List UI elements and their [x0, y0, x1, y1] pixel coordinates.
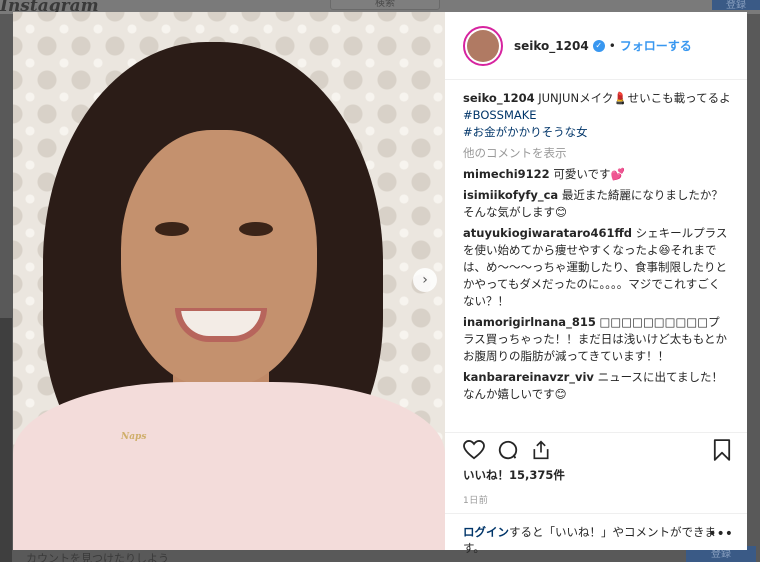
post-sidebar: seiko_1204 ✓ • フォローする seiko_1204 JUNJUNメ…	[445, 12, 747, 555]
photo-face	[121, 130, 317, 388]
post-timestamp[interactable]: 1日前	[463, 493, 731, 506]
comment-username[interactable]: kanbarareinavzr_viv	[463, 370, 594, 384]
hashtag-link[interactable]: #お金がかかりそうな女	[463, 125, 588, 139]
comment-username[interactable]: mimechi9122	[463, 167, 550, 181]
comment-item: kanbarareinavzr_viv ニュースに出てました！なんか嬉しいです😊	[463, 369, 731, 403]
background-bottom-text: カウントを見つけたりしよう	[26, 552, 169, 562]
caption-username[interactable]: seiko_1204	[463, 91, 535, 105]
background-left-strip	[0, 318, 12, 562]
share-icon[interactable]	[531, 440, 551, 460]
comment-item: mimechi9122 可愛いです💕	[463, 166, 731, 183]
comment-username[interactable]: atuyukiogiwaratarо461ffd	[463, 226, 632, 240]
load-more-comments[interactable]: 他のコメントを表示	[463, 145, 731, 162]
heart-icon[interactable]	[463, 440, 485, 460]
background-signup-button: 登録	[712, 0, 760, 11]
post-photo: Naps ›	[13, 12, 445, 550]
avatar[interactable]	[463, 25, 503, 66]
comment-text: 可愛いです💕	[553, 167, 625, 181]
more-options-icon[interactable]: •••	[708, 526, 733, 542]
hashtag-link[interactable]: #BOSSMAKE	[463, 108, 537, 122]
header-username[interactable]: seiko_1204	[514, 39, 589, 53]
caption: seiko_1204 JUNJUNメイク💄せいこも載ってるよ #BOSSMAKE…	[463, 90, 731, 141]
photo-robe	[13, 382, 445, 550]
follow-button[interactable]: フォローする	[620, 37, 692, 54]
chevron-right-icon[interactable]: ›	[413, 268, 437, 292]
verified-badge-icon: ✓	[592, 39, 605, 52]
header-dot: •	[608, 38, 616, 53]
comment-item: atuyukiogiwaratarо461ffd シェキールプラスを使い始めてか…	[463, 225, 731, 310]
caption-text: JUNJUNメイク💄せいこも載ってるよ	[538, 91, 731, 105]
login-prompt: ログインすると「いいね！」やコメントができます。 •••	[445, 513, 747, 556]
background-search: 検索	[330, 0, 440, 10]
likes-count[interactable]: いいね！15,375件	[463, 467, 731, 483]
action-icons	[463, 433, 731, 467]
comment-item: inamorigirlnana_815 □□□□□□□□□□プラス買っちゃった！…	[463, 314, 731, 365]
bookmark-icon[interactable]	[713, 439, 731, 461]
post-header: seiko_1204 ✓ • フォローする	[445, 12, 747, 80]
post-actions: いいね！15,375件 1日前 ログインすると「いいね！」やコメントができます。…	[445, 432, 747, 555]
comment-item: isimiikofyfy_ca 最近また綺麗になりましたか？そんな気がします😊	[463, 187, 731, 221]
comment-username[interactable]: inamorigirlnana_815	[463, 315, 596, 329]
photo-eye-right	[239, 222, 273, 236]
photo-eye-left	[155, 222, 189, 236]
comments-list[interactable]: seiko_1204 JUNJUNメイク💄せいこも載ってるよ #BOSSMAKE…	[445, 80, 747, 432]
comment-icon[interactable]	[497, 439, 519, 461]
post-modal: Naps › seiko_1204 ✓ • フォローする seiko_1204 …	[13, 12, 747, 555]
photo-necklace: Naps	[121, 432, 147, 442]
login-link[interactable]: ログイン	[463, 525, 509, 539]
photo-smile	[175, 308, 267, 342]
comment-username[interactable]: isimiikofyfy_ca	[463, 188, 558, 202]
